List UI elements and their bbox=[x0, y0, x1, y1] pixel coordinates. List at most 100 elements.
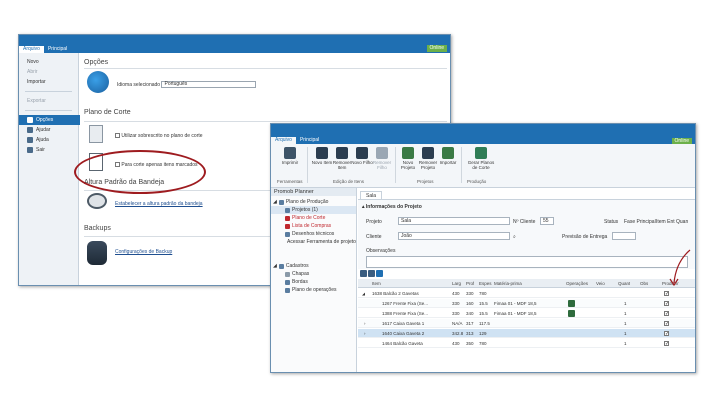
novo-projeto-button[interactable]: Novo Projeto bbox=[397, 147, 419, 170]
collapse-all-icon[interactable] bbox=[368, 270, 375, 277]
language-select[interactable]: Português bbox=[161, 81, 257, 88]
tape-icon bbox=[87, 193, 107, 209]
projeto-label: Projeto bbox=[366, 219, 382, 225]
novo-filho-button[interactable]: Novo Filho bbox=[351, 147, 373, 165]
tab-arquivo[interactable]: Arquivo bbox=[271, 137, 296, 144]
option1-checkbox[interactable] bbox=[115, 133, 120, 139]
imprimir-button[interactable]: Imprimir bbox=[279, 147, 301, 165]
col-obs[interactable]: Obs bbox=[640, 279, 648, 288]
remover-projeto-button[interactable]: Remover Projeto bbox=[417, 147, 439, 170]
tree-plano-producao[interactable]: ◢ Plano de Produção bbox=[271, 198, 356, 206]
planner-window: Arquivo Principal Online Imprimir Novo I… bbox=[270, 123, 696, 373]
tree-desenhos[interactable]: Desenhos técnicos bbox=[271, 230, 356, 238]
sidebar-item-abrir[interactable]: Abrir bbox=[19, 67, 78, 77]
gerar-planos-button[interactable]: Gerar Planos de Corte bbox=[467, 147, 495, 170]
col-item[interactable]: Item bbox=[372, 279, 381, 288]
tree-label: Bordas bbox=[292, 279, 308, 285]
n-cliente-input[interactable]: 55 bbox=[540, 217, 554, 225]
produzir-checkbox[interactable]: ✓ bbox=[664, 331, 669, 337]
table-row[interactable]: › 1617 Caixa Gaveta 1 NA/A 317 117.5 1 ✓ bbox=[358, 319, 695, 328]
tree-label: Plano de operações bbox=[292, 287, 337, 293]
expand-icon[interactable]: › bbox=[364, 329, 366, 338]
remover-filho-button[interactable]: Remover Filho bbox=[371, 147, 393, 170]
sidebar-item-sair[interactable]: Sair bbox=[19, 145, 78, 155]
observacoes-input[interactable] bbox=[366, 256, 688, 268]
projeto-input[interactable]: Sala bbox=[398, 217, 510, 225]
sidebar-item-importar[interactable]: Importar bbox=[19, 77, 78, 87]
cell-quant: 1 bbox=[624, 321, 627, 326]
operations-icon[interactable] bbox=[568, 300, 575, 307]
table-row[interactable]: ◢ 1638 Balcão 2 Gavetas 430 330 780 ✓ bbox=[358, 289, 695, 298]
produzir-checkbox[interactable]: ✓ bbox=[664, 321, 669, 327]
produzir-checkbox[interactable]: ✓ bbox=[664, 301, 669, 307]
tree-projetos[interactable]: Projetos (1) bbox=[271, 206, 356, 214]
col-veio[interactable]: Veio bbox=[596, 279, 605, 288]
edge-icon bbox=[285, 279, 290, 285]
folder-icon bbox=[278, 199, 284, 205]
novo-item-button[interactable]: Novo Item bbox=[311, 147, 333, 165]
expand-all-icon[interactable] bbox=[360, 270, 367, 277]
option1-row[interactable]: Utilizar sobrescrito no plano de corte bbox=[115, 133, 203, 139]
cell-espes: 780 bbox=[479, 291, 487, 296]
cell-espes: 15.5 bbox=[479, 301, 488, 306]
previsao-input[interactable] bbox=[612, 232, 636, 240]
collapse-icon[interactable]: ▴ bbox=[362, 204, 365, 210]
backups-link[interactable]: Configurações de Backup bbox=[115, 249, 172, 255]
folder-icon bbox=[278, 263, 284, 269]
sidebar-item-ajuda[interactable]: Ajuda bbox=[19, 135, 78, 145]
sheet-icon bbox=[285, 271, 290, 277]
info-title[interactable]: ▴ Informações do Projeto bbox=[362, 204, 422, 210]
tab-sala[interactable]: Sala bbox=[360, 191, 383, 199]
tree-bordas[interactable]: Bordas bbox=[271, 278, 356, 286]
col-larg[interactable]: Larg bbox=[452, 279, 461, 288]
tree-plano-corte[interactable]: Plano de Corte bbox=[271, 214, 356, 222]
cell-larg: 430 bbox=[452, 291, 460, 296]
tree-lista-compras[interactable]: Lista de Compras bbox=[271, 222, 356, 230]
sidebar-item-novo[interactable]: Novo bbox=[19, 57, 78, 67]
exit-icon bbox=[27, 147, 33, 153]
sidebar-item-opcoes[interactable]: Opções bbox=[19, 115, 80, 125]
tree-chapas[interactable]: Chapas bbox=[271, 270, 356, 278]
sidebar-item-ajudar[interactable]: Ajudar bbox=[19, 125, 78, 135]
cliente-input[interactable]: João bbox=[398, 232, 510, 240]
expand-icon[interactable]: ◢ bbox=[273, 198, 277, 206]
main-pane: Sala ▴ Informações do Projeto Projeto Sa… bbox=[358, 188, 695, 372]
col-quant[interactable]: Quant bbox=[618, 279, 630, 288]
cell-materia-prima: Fimaa 01 - MDF 18,5 bbox=[494, 311, 537, 316]
cell-prof: 330 bbox=[466, 291, 474, 296]
col-espes[interactable]: Espes bbox=[479, 279, 492, 288]
filter-icon[interactable] bbox=[376, 270, 383, 277]
divider bbox=[307, 147, 308, 183]
tab-principal[interactable]: Principal bbox=[296, 137, 323, 144]
altura-link[interactable]: Estabelecer a altura padrão da bandeja bbox=[115, 201, 203, 207]
produzir-checkbox[interactable]: ✓ bbox=[664, 341, 669, 347]
col-prof[interactable]: Prof bbox=[466, 279, 474, 288]
tab-principal[interactable]: Principal bbox=[44, 46, 71, 53]
table-row[interactable]: 1464 Balcão Gaveta 430 350 780 1 ✓ bbox=[358, 339, 695, 348]
col-operacoes[interactable]: Operações bbox=[566, 279, 588, 288]
cliente-search-icon[interactable]: ⌕ bbox=[513, 234, 516, 240]
produzir-checkbox[interactable]: ✓ bbox=[664, 291, 669, 297]
backstage-sidebar: Novo Abrir Importar Exportar Opções Ajud… bbox=[19, 53, 80, 285]
sidebar-item-exportar[interactable]: Exportar bbox=[19, 96, 78, 106]
gear-icon bbox=[27, 117, 33, 123]
expand-icon[interactable]: › bbox=[364, 319, 366, 328]
cell-prof: 317 bbox=[466, 321, 474, 326]
produzir-checkbox[interactable]: ✓ bbox=[664, 311, 669, 317]
tab-arquivo[interactable]: Arquivo bbox=[19, 46, 44, 53]
operations-icon[interactable] bbox=[568, 310, 575, 317]
col-materia-prima[interactable]: Matéria-prima bbox=[494, 279, 522, 288]
importar-button[interactable]: Importar bbox=[437, 147, 459, 165]
expand-icon[interactable]: ◢ bbox=[273, 262, 277, 270]
tree-ferramenta-projetos[interactable]: Acessar Ferramenta de projetos bbox=[271, 238, 356, 246]
table-row[interactable]: › 1640 Caixa Gaveta 2 342.8 313 129 1 ✓ bbox=[358, 329, 695, 338]
expand-icon[interactable]: ◢ bbox=[362, 289, 365, 298]
tree-cadastros[interactable]: ◢ Cadastros bbox=[271, 262, 356, 270]
generate-plan-icon bbox=[475, 147, 487, 159]
remover-item-button[interactable]: Remover Item bbox=[331, 147, 353, 170]
col-produzir[interactable]: Produzir bbox=[662, 279, 679, 288]
globe-icon bbox=[87, 71, 109, 93]
tree-plano-operacoes[interactable]: Plano de operações bbox=[271, 286, 356, 294]
table-row[interactable]: 1388 Frente Fixa (Se... 330 340 15.5 Fim… bbox=[358, 309, 695, 318]
table-row[interactable]: 1267 Frente Fixa (Se... 330 160 15.5 Fim… bbox=[358, 299, 695, 308]
